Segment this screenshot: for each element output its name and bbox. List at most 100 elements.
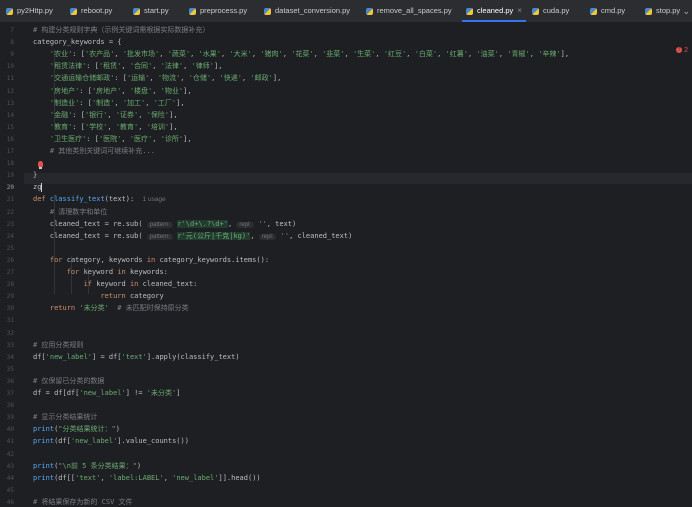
code-line[interactable]: cleaned_text = re.sub( pattern: r'元(公斤|千… bbox=[33, 231, 352, 241]
code-line[interactable]: cleaned_text = re.sub( pattern: r'\d+\.?… bbox=[33, 219, 296, 229]
param-hint: pattern: bbox=[146, 233, 174, 240]
code-line[interactable]: '卫生医疗': ['医院', '医疗', '诊所'], bbox=[33, 135, 192, 144]
tab-label: start.py bbox=[144, 6, 169, 15]
tab-label: remove_all_spaces.py bbox=[377, 6, 452, 15]
usage-hint: 1 usage bbox=[142, 196, 166, 204]
code-line[interactable]: # 将结果保存为新的 CSV 文件 bbox=[33, 498, 133, 507]
line-number: 28 bbox=[6, 281, 14, 289]
line-number: 8 bbox=[10, 39, 14, 47]
tab-label: cleaned.py bbox=[477, 6, 514, 15]
tab-py2http[interactable]: py2Http.py bbox=[6, 0, 53, 22]
line-number: 34 bbox=[6, 353, 14, 361]
line-number: 46 bbox=[6, 498, 14, 506]
error-count: 2 bbox=[684, 47, 688, 54]
line-number: 37 bbox=[6, 390, 14, 397]
code-line[interactable]: # 显示分类结果统计 bbox=[33, 413, 97, 422]
code-line[interactable]: # 构建分类规则字典（示例关键词需根据实际数据补充） bbox=[33, 26, 209, 35]
line-number: 25 bbox=[6, 244, 14, 252]
python-file-icon bbox=[645, 7, 652, 15]
line-number: 22 bbox=[6, 208, 14, 216]
code-line[interactable]: def classify_text(text): 1 usage bbox=[33, 195, 166, 204]
line-number: 18 bbox=[6, 160, 14, 168]
line-number: 23 bbox=[6, 220, 14, 228]
python-file-icon bbox=[189, 7, 196, 15]
code-line[interactable]: # 清理数字和单位 bbox=[33, 208, 107, 217]
python-file-icon bbox=[6, 7, 13, 15]
python-file-icon bbox=[264, 7, 271, 15]
python-file-icon bbox=[532, 7, 539, 15]
tab-label: reboot.py bbox=[81, 6, 113, 15]
param-hint: repl: bbox=[236, 221, 255, 228]
code-line[interactable]: } bbox=[33, 171, 37, 180]
code-line[interactable]: # 仅保留已分类的数据 bbox=[33, 377, 104, 386]
line-number: 39 bbox=[6, 414, 14, 422]
code-line[interactable]: zg bbox=[33, 183, 43, 193]
code-area[interactable]: # 构建分类规则字典（示例关键词需根据实际数据补充） category_keywo… bbox=[33, 22, 683, 506]
line-number: 11 bbox=[6, 75, 14, 83]
close-icon[interactable]: × bbox=[517, 6, 522, 15]
tab-cleaned[interactable]: cleaned.py × bbox=[462, 0, 526, 22]
line-number: 7 bbox=[10, 27, 14, 34]
code-line[interactable]: return category bbox=[33, 292, 163, 301]
line-number: 21 bbox=[6, 196, 14, 204]
line-number-gutter: 7 8 9 10 11 12 13 14 15 16 17 18 19 20 21 22 23 24 25 26 27 2… bbox=[0, 22, 24, 506]
line-number: 41 bbox=[6, 438, 14, 446]
line-number: 10 bbox=[6, 63, 14, 71]
code-line[interactable]: '房地产': ['房地产', '楼盘', '物业'], bbox=[33, 87, 192, 96]
tab-remove-all-spaces[interactable]: remove_all_spaces.py bbox=[366, 0, 452, 22]
line-number: 27 bbox=[6, 269, 14, 276]
code-line[interactable]: print(df['new_label'].value_counts()) bbox=[33, 437, 189, 446]
line-number: 29 bbox=[6, 293, 14, 301]
code-line[interactable]: '租赁法律': ['租赁', '合同', '法律', '律师'], bbox=[33, 62, 223, 71]
code-line[interactable]: '制造业': ['制造', '加工', '工厂'], bbox=[33, 99, 185, 108]
line-number: 24 bbox=[6, 232, 14, 240]
tab-label: dataset_conversion.py bbox=[275, 6, 351, 15]
tab-stop[interactable]: stop.py bbox=[645, 0, 680, 22]
line-number: 38 bbox=[6, 402, 14, 410]
code-line[interactable]: return '未分类' # 未匹配时保持原分类 bbox=[33, 304, 189, 313]
line-number: 13 bbox=[6, 99, 14, 107]
tab-label: stop.py bbox=[656, 6, 681, 15]
tab-start[interactable]: start.py bbox=[133, 0, 169, 22]
code-line[interactable]: df = df[df['new_label'] != '未分类'] bbox=[33, 389, 180, 398]
tab-reboot[interactable]: reboot.py bbox=[70, 0, 112, 22]
editor-tab-bar: py2Http.py reboot.py start.py preprocess… bbox=[0, 0, 692, 23]
python-file-icon bbox=[466, 7, 473, 15]
line-number: 43 bbox=[6, 462, 14, 470]
line-number: 20 bbox=[6, 184, 14, 192]
line-number: 14 bbox=[6, 111, 14, 119]
python-file-icon bbox=[590, 7, 597, 15]
code-line[interactable]: '农业': ['农产品', '批发市场', '蔬菜', '水果', '大米', … bbox=[33, 50, 569, 59]
code-editor[interactable]: 7 8 9 10 11 12 13 14 15 16 17 18 19 20 21 22 23 24 25 26 27 2… bbox=[0, 22, 692, 506]
line-number: 31 bbox=[6, 317, 14, 325]
code-line[interactable]: for category, keywords in category_keywo… bbox=[33, 256, 269, 265]
code-line[interactable]: # 其他类别关键词可继续补充... bbox=[33, 147, 155, 156]
line-number: 36 bbox=[6, 377, 14, 385]
code-line[interactable]: '教育': ['学校', '教育', '培训'], bbox=[33, 123, 178, 132]
tab-cuda[interactable]: cuda.py bbox=[532, 0, 569, 22]
code-line[interactable]: for keyword in keywords: bbox=[33, 268, 168, 277]
line-number: 32 bbox=[6, 329, 14, 337]
code-line[interactable]: print(df[['text', 'label:LABEL', 'new_la… bbox=[33, 474, 261, 483]
code-line[interactable]: category_keywords = { bbox=[33, 38, 122, 47]
tab-dataset-conversion[interactable]: dataset_conversion.py bbox=[264, 0, 350, 22]
line-number: 30 bbox=[6, 305, 14, 313]
tab-label: preprocess.py bbox=[200, 6, 248, 15]
tab-preprocess[interactable]: preprocess.py bbox=[189, 0, 247, 22]
python-file-icon bbox=[133, 7, 140, 15]
line-number: 17 bbox=[6, 148, 14, 155]
code-line[interactable]: df['new_label'] = df['text'].apply(class… bbox=[33, 353, 240, 362]
text-caret bbox=[41, 183, 43, 193]
line-number: 9 bbox=[10, 51, 14, 59]
code-line[interactable]: if keyword in cleaned_text: bbox=[33, 280, 198, 289]
code-line[interactable]: print("分类结果统计：") bbox=[33, 425, 120, 434]
tab-overflow-chevron-down-icon[interactable]: ⌄ bbox=[682, 0, 690, 22]
code-line[interactable]: '交通运输仓储邮政': ['运输', '物流', '仓储', '快递', '邮政… bbox=[33, 74, 281, 83]
line-number: 19 bbox=[6, 172, 14, 180]
line-number: 12 bbox=[6, 87, 14, 95]
python-file-icon bbox=[366, 7, 373, 15]
code-line[interactable]: '金融': ['银行', '证券', '保险'], bbox=[33, 111, 178, 120]
code-line[interactable]: print("\n前 5 条分类结果：") bbox=[33, 462, 141, 471]
tab-cmd[interactable]: cmd.py bbox=[590, 0, 625, 22]
code-line[interactable]: # 应用分类规则 bbox=[33, 341, 83, 350]
